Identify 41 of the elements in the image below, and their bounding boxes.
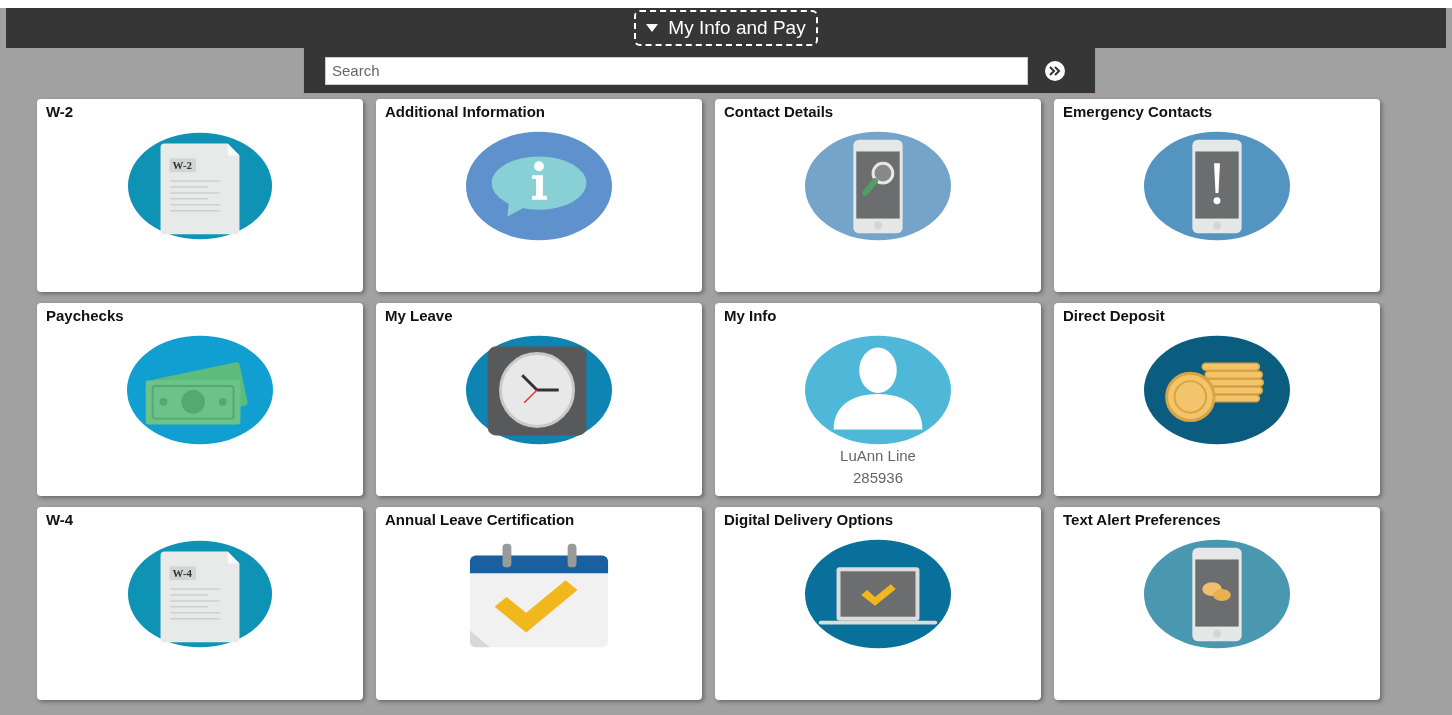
tile-card[interactable]: Digital Delivery Options xyxy=(715,507,1041,700)
tile-title: W-4 xyxy=(46,511,74,529)
phone-magnifier-icon xyxy=(804,131,952,241)
tile-card[interactable]: Emergency Contacts xyxy=(1054,99,1380,292)
tile-title: Annual Leave Certification xyxy=(385,511,575,529)
tile-title: My Info xyxy=(724,307,777,325)
tile-title: Paychecks xyxy=(46,307,124,325)
tile-card[interactable]: Direct Deposit xyxy=(1054,303,1380,496)
phone-alert-icon xyxy=(1143,131,1291,241)
tile-title: W-2 xyxy=(46,103,74,121)
tile-title: Emergency Contacts xyxy=(1063,103,1213,121)
info-bubble-icon xyxy=(465,131,613,241)
tile-detail-text: LuAnn Line xyxy=(840,446,916,466)
tile-title: Additional Information xyxy=(385,103,545,121)
coins-icon xyxy=(1143,335,1291,445)
tile-card[interactable]: Contact Details xyxy=(715,99,1041,292)
tile-card[interactable]: W-4 W-4 xyxy=(37,507,363,700)
tile-card[interactable]: Text Alert Preferences xyxy=(1054,507,1380,700)
document-icon: W-2 xyxy=(126,131,274,241)
clock-icon xyxy=(465,335,613,445)
person-icon xyxy=(804,335,952,445)
menu-title-button[interactable]: My Info and Pay xyxy=(634,10,818,46)
tile-title: My Leave xyxy=(385,307,453,325)
tile-title: Direct Deposit xyxy=(1063,307,1165,325)
tile-title: Text Alert Preferences xyxy=(1063,511,1221,529)
laptop-check-icon xyxy=(804,539,952,649)
tile-card[interactable]: Annual Leave Certification xyxy=(376,507,702,700)
tile-card[interactable]: W-2 W-2 xyxy=(37,99,363,292)
search-go-button[interactable] xyxy=(1044,59,1066,82)
tile-title: Digital Delivery Options xyxy=(724,511,894,529)
tile-card[interactable]: Additional Information xyxy=(376,99,702,292)
banknotes-icon xyxy=(126,335,274,445)
tile-card[interactable]: Paychecks xyxy=(37,303,363,496)
tile-title: Contact Details xyxy=(724,103,834,121)
document-icon: W-4 xyxy=(126,539,274,649)
tile-card[interactable]: My Leave xyxy=(376,303,702,496)
search-field[interactable]: Search xyxy=(325,56,1028,85)
phone-chat-icon xyxy=(1143,539,1291,649)
tile-card[interactable]: My Info LuAnn Line 285936 xyxy=(715,303,1041,496)
caret-icon xyxy=(646,24,659,32)
tile-detail-text: 285936 xyxy=(852,468,904,488)
